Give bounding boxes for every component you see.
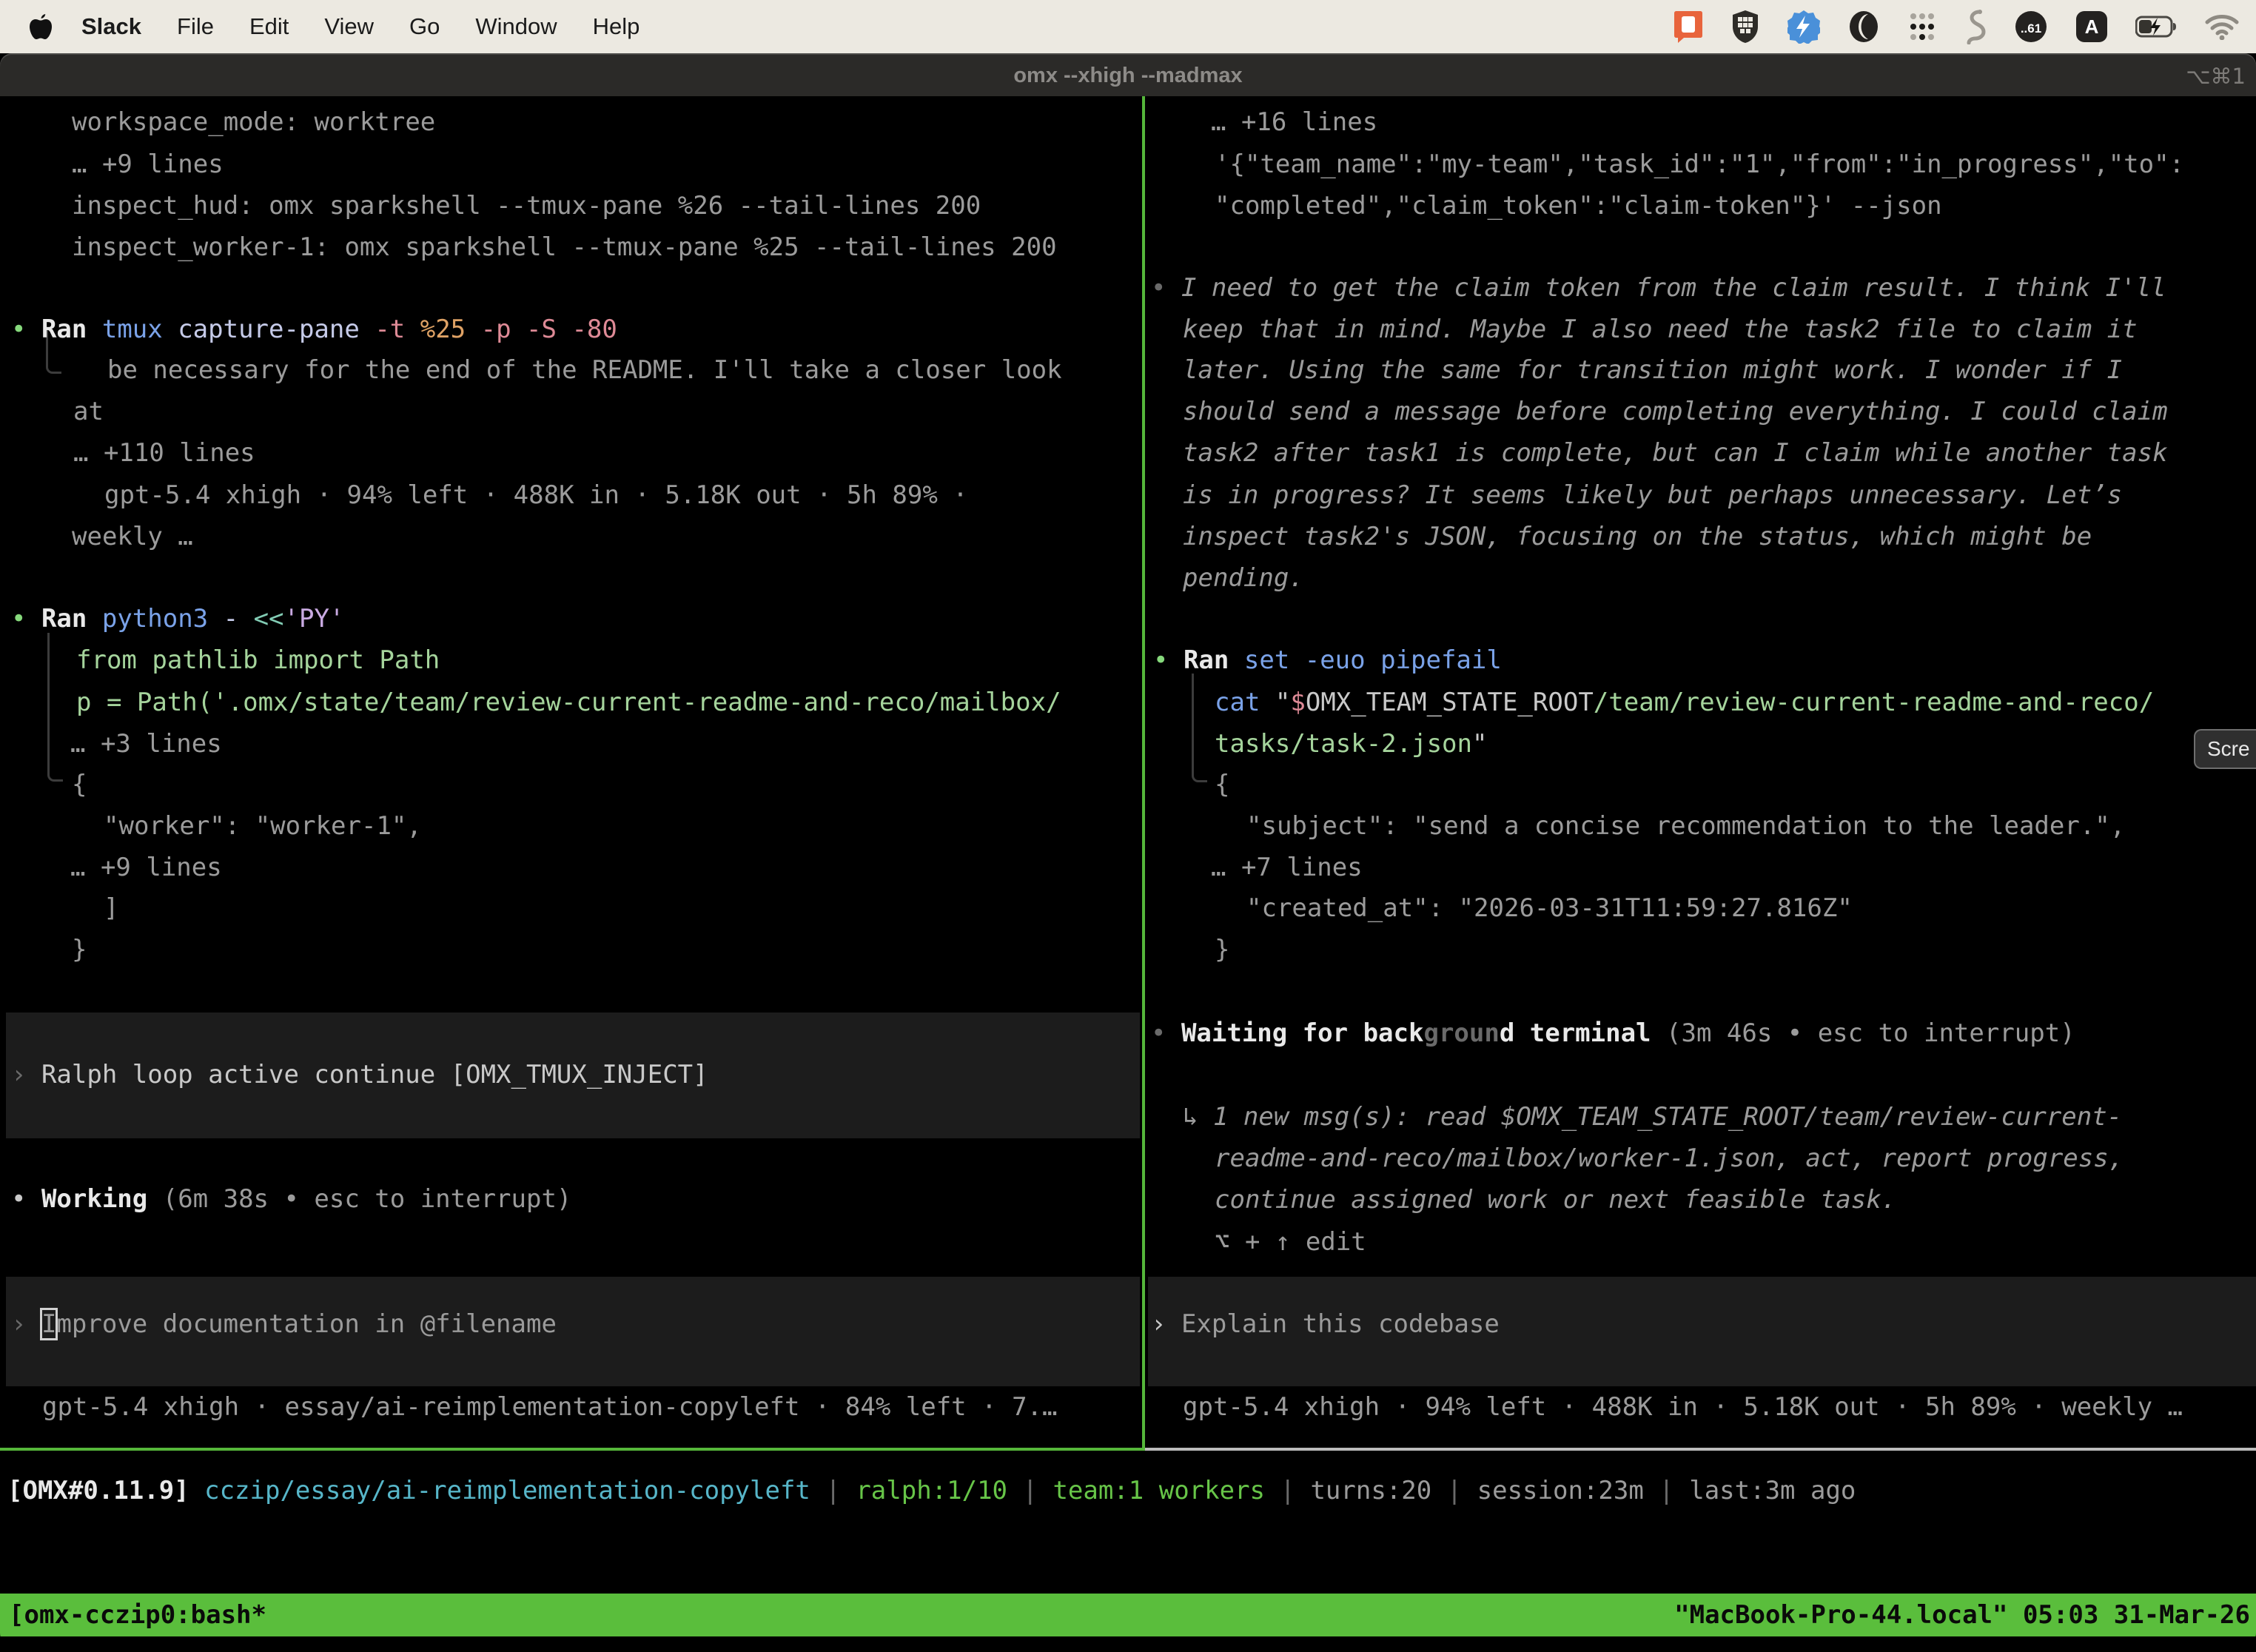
a-key-icon[interactable]: A (2075, 10, 2108, 43)
terminal-line: gpt-5.4 xhigh · 94% left · 488K in · 5.1… (104, 474, 968, 516)
wifi-icon[interactable] (2204, 13, 2240, 40)
terminal-line: "worker": "worker-1", (104, 805, 422, 847)
terminal-line: inspect_hud: omx sparkshell --tmux-pane … (72, 185, 981, 226)
terminal-line: inspect task2's JSON, focusing on the st… (1183, 516, 2092, 557)
terminal-line: › Improve documentation in @filename (11, 1303, 557, 1345)
tmux-status-bar: [omx-cczip0:bash* "MacBook-Pro-44.local"… (0, 1594, 2256, 1636)
screenshot-notification-text: Scre (2207, 737, 2250, 761)
menu-item-slack[interactable]: Slack (81, 13, 141, 40)
terminal-line: • Waiting for background terminal (3m 46… (1151, 1013, 2075, 1054)
dots-grid-icon[interactable] (1907, 10, 1937, 43)
terminal-line: { (1215, 764, 1229, 805)
tmux-session-label[interactable]: [omx-cczip0:bash* (0, 1594, 266, 1636)
terminal-line: "completed","claim_token":"claim-token"}… (1215, 185, 1942, 226)
terminal-line: ↳ 1 new msg(s): read $OMX_TEAM_STATE_ROO… (1183, 1096, 2122, 1138)
terminal-line: … +3 lines (70, 723, 222, 765)
terminal-line: p = Path('.omx/state/team/review-current… (76, 682, 1061, 723)
window-title: omx --xhigh --madmax (0, 64, 2256, 88)
menu-item-go[interactable]: Go (409, 13, 440, 40)
terminal-line: later. Using the same for transition mig… (1183, 349, 2122, 391)
pane-divider[interactable] (1142, 96, 1145, 1451)
terminal-line: "subject": "send a concise recommendatio… (1246, 805, 2125, 847)
screenshot-notification[interactable]: Scre (2194, 729, 2256, 769)
terminal-line: ] (104, 887, 118, 929)
battery-61-icon[interactable]: ..61 (2014, 10, 2048, 44)
terminal-line: keep that in mind. Maybe I also need the… (1183, 309, 2138, 350)
terminal-line: … +7 lines (1211, 847, 1363, 888)
terminal-line: tasks/task-2.json" (1215, 723, 1487, 765)
terminal-line: gpt-5.4 xhigh · essay/ai-reimplementatio… (42, 1386, 1057, 1428)
terminal-line: "created_at": "2026-03-31T11:59:27.816Z" (1246, 887, 1853, 929)
terminal-line: cat "$OMX_TEAM_STATE_ROOT/team/review-cu… (1215, 682, 2154, 723)
terminal-line: continue assigned work or next feasible … (1215, 1179, 1896, 1220)
menu-item-help[interactable]: Help (593, 13, 640, 40)
terminal-line: • Ran set -euo pipefail (1153, 639, 1502, 681)
terminal-line: '{"team_name":"my-team","task_id":"1","f… (1215, 144, 2184, 185)
menu-item-file[interactable]: File (177, 13, 214, 40)
terminal-line: from pathlib import Path (76, 639, 440, 681)
terminal-line: • Ran tmux capture-pane -t %25 -p -S -80 (11, 309, 617, 350)
terminal-line: } (72, 929, 87, 970)
terminal-line: … +16 lines (1211, 101, 1377, 143)
terminal-line: } (1215, 929, 1229, 970)
terminal-line: … +9 lines (72, 144, 224, 185)
terminal-line: inspect_worker-1: omx sparkshell --tmux-… (72, 226, 1057, 268)
terminal-line: weekly … (72, 516, 193, 557)
crescent-circle-icon[interactable] (1847, 10, 1880, 44)
terminal-line: at (73, 391, 104, 432)
snake-icon[interactable] (1964, 9, 1987, 44)
menu-item-edit[interactable]: Edit (249, 13, 289, 40)
menu-bar: Slack File Edit View Go Window Help ..61 (0, 0, 2256, 53)
hexagon-bolt-icon[interactable] (1787, 10, 1820, 44)
window-shortcut-badge: ⌥⌘1 (2186, 64, 2246, 89)
terminal-line: is in progress? It seems likely but perh… (1183, 474, 2122, 516)
terminal-line: [OMX#0.11.9] cczip/essay/ai-reimplementa… (7, 1470, 1856, 1511)
left-pane-bottom-border (0, 1448, 1145, 1451)
terminal-line: … +9 lines (70, 847, 222, 888)
terminal-line: • I need to get the claim token from the… (1151, 267, 2166, 309)
terminal-line: • Working (6m 38s • esc to interrupt) (11, 1178, 571, 1220)
terminal-line: › Ralph loop active continue [OMX_TMUX_I… (11, 1054, 708, 1095)
terminal-line: workspace_mode: worktree (72, 101, 435, 143)
terminal-line: gpt-5.4 xhigh · 94% left · 488K in · 5.1… (1183, 1386, 2183, 1428)
shield-grid-icon[interactable] (1730, 10, 1760, 44)
right-pane-bottom-border (1145, 1448, 2256, 1451)
terminal-line: ⌥ + ↑ edit (1215, 1221, 1366, 1263)
screen: Slack File Edit View Go Window Help ..61 (0, 0, 2256, 1652)
terminal-line: • Ran python3 - <<'PY' (11, 598, 344, 639)
apple-menu-icon[interactable] (28, 10, 58, 43)
terminal-line: … +110 lines (73, 432, 255, 474)
battery-charging-icon[interactable] (2135, 16, 2177, 38)
terminal-line: readme-and-reco/mailbox/worker-1.json, a… (1215, 1138, 2124, 1179)
svg-text:A: A (2085, 16, 2099, 38)
terminal-line: › Explain this codebase (1151, 1303, 1500, 1345)
battery-badge-text: ..61 (2021, 21, 2041, 36)
output-gutter-line (1192, 674, 1207, 782)
menu-items: Slack File Edit View Go Window Help (81, 13, 639, 40)
terminal-line: should send a message before completing … (1183, 391, 2168, 432)
menu-status-icons: ..61 A (1673, 9, 2240, 44)
terminal-line: be necessary for the end of the README. … (107, 349, 1062, 391)
menu-item-window[interactable]: Window (475, 13, 557, 40)
tmux-host-clock: "MacBook-Pro-44.local" 05:03 31-Mar-26 (1674, 1594, 2256, 1636)
terminal: Scre workspace_mode: worktree… +9 linesi… (0, 96, 2256, 1652)
menu-item-view[interactable]: View (324, 13, 374, 40)
terminal-line: pending. (1183, 557, 1304, 599)
terminal-line: { (72, 764, 87, 805)
output-gutter-line (47, 633, 63, 782)
chat-bubble-icon[interactable] (1673, 10, 1703, 44)
terminal-line: task2 after task1 is complete, but can I… (1183, 432, 2168, 474)
